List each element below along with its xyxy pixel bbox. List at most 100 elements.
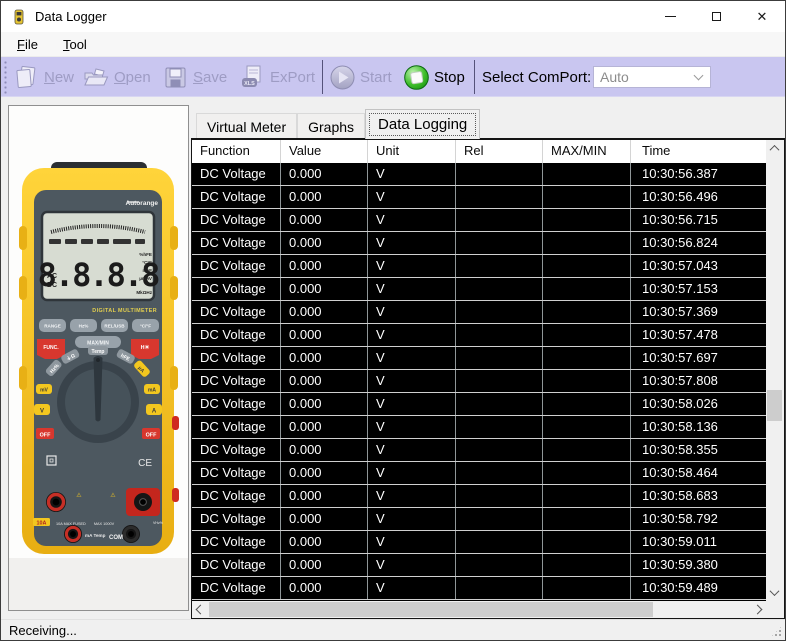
export-button[interactable]: XLS ExPort (239, 63, 315, 91)
svg-text:COM: COM (109, 535, 123, 541)
cell-function: DC Voltage (192, 163, 281, 185)
tab-data-logging[interactable]: Data Logging (365, 109, 481, 139)
cell-maxmin (543, 186, 631, 208)
horizontal-scrollbar[interactable] (192, 601, 766, 618)
cell-maxmin (543, 531, 631, 553)
column-header-value[interactable]: Value (281, 140, 368, 163)
cell-unit: V (368, 324, 456, 346)
scroll-down-button[interactable] (766, 584, 783, 601)
cell-value: 0.000 (281, 255, 368, 277)
cell-value: 0.000 (281, 186, 368, 208)
cell-time: 10:30:59.489 (642, 580, 718, 595)
cell-time: 10:30:58.026 (642, 396, 718, 411)
toolbar-gripper[interactable] (3, 60, 8, 94)
stop-icon (404, 64, 429, 90)
stop-button[interactable]: Stop (403, 63, 465, 91)
table-row[interactable]: DC Voltage 0.000 V 10:30:56.715 (192, 209, 766, 232)
titlebar: Data Logger ✕ (1, 1, 785, 32)
svg-text:CE: CE (138, 458, 152, 469)
table-row[interactable]: DC Voltage 0.000 V 10:30:58.792 (192, 508, 766, 531)
vertical-scroll-thumb[interactable] (767, 390, 782, 421)
cell-unit: V (368, 370, 456, 392)
scrollbar-corner (766, 601, 784, 618)
cell-maxmin (543, 232, 631, 254)
maximize-button[interactable] (693, 1, 739, 32)
table-row[interactable]: DC Voltage 0.000 V 10:30:57.697 (192, 347, 766, 370)
cell-value: 0.000 (281, 278, 368, 300)
column-header-rel[interactable]: Rel (456, 140, 543, 163)
cell-function: DC Voltage (192, 301, 281, 323)
svg-text:10A: 10A (37, 521, 47, 527)
table-row[interactable]: DC Voltage 0.000 V 10:30:57.153 (192, 278, 766, 301)
column-header-time[interactable]: Time (631, 140, 766, 163)
start-button[interactable]: Start (329, 63, 392, 91)
table-row[interactable]: DC Voltage 0.000 V 10:30:56.387 (192, 163, 766, 186)
cell-rel (456, 439, 543, 461)
svg-text:Hz%: Hz% (79, 324, 89, 329)
tabstrip: Virtual Meter Graphs Data Logging (196, 109, 481, 139)
cell-maxmin (543, 393, 631, 415)
cell-rel (456, 232, 543, 254)
tab-virtual-meter[interactable]: Virtual Meter (196, 113, 298, 139)
cell-rel (456, 393, 543, 415)
cell-rel (456, 209, 543, 231)
open-button[interactable]: Open (83, 63, 151, 91)
comport-select[interactable]: Auto (593, 66, 711, 88)
table-row[interactable]: DC Voltage 0.000 V 10:30:58.136 (192, 416, 766, 439)
cell-unit: V (368, 347, 456, 369)
svg-text:mA Temp: mA Temp (85, 533, 106, 538)
tab-graphs[interactable]: Graphs (297, 113, 366, 139)
cell-rel (456, 416, 543, 438)
column-header-maxmin[interactable]: MAX/MIN (543, 140, 631, 163)
svg-text:A: A (152, 409, 157, 415)
minimize-button[interactable] (647, 1, 693, 32)
scroll-right-button[interactable] (749, 601, 766, 618)
table-row[interactable]: DC Voltage 0.000 V 10:30:59.489 (192, 577, 766, 600)
table-row[interactable]: DC Voltage 0.000 V 10:30:56.824 (192, 232, 766, 255)
resize-grip[interactable] (771, 626, 782, 637)
table-row[interactable]: DC Voltage 0.000 V 10:30:58.683 (192, 485, 766, 508)
table-row[interactable]: DC Voltage 0.000 V 10:30:59.011 (192, 531, 766, 554)
cell-rel (456, 347, 543, 369)
svg-text:DIGITAL MULTIMETER: DIGITAL MULTIMETER (92, 308, 157, 314)
svg-text:FUNC.: FUNC. (43, 345, 59, 351)
cell-time: 10:30:57.043 (642, 258, 718, 273)
svg-text:MAX 1000V: MAX 1000V (94, 522, 115, 526)
table-row[interactable]: DC Voltage 0.000 V 10:30:57.478 (192, 324, 766, 347)
svg-text:⚠: ⚠ (76, 492, 82, 499)
table-row[interactable]: DC Voltage 0.000 V 10:30:57.043 (192, 255, 766, 278)
table-row[interactable]: DC Voltage 0.000 V 10:30:59.380 (192, 554, 766, 577)
new-document-icon (16, 65, 36, 88)
scroll-left-button[interactable] (192, 601, 209, 618)
meter-panel: Autorange AC DC 8.8.8.8 %hFE °C°F mµF µm… (8, 105, 189, 611)
table-row[interactable]: DC Voltage 0.000 V 10:30:58.026 (192, 393, 766, 416)
table-row[interactable]: DC Voltage 0.000 V 10:30:56.496 (192, 186, 766, 209)
scroll-up-button[interactable] (766, 140, 783, 157)
cell-time: 10:30:59.011 (642, 534, 717, 549)
menu-tool[interactable]: Tool (54, 34, 96, 55)
menu-file[interactable]: File (8, 34, 47, 55)
svg-text:REL/USB: REL/USB (104, 324, 125, 329)
svg-text:mV: mV (40, 388, 48, 394)
cell-unit: V (368, 186, 456, 208)
cell-function: DC Voltage (192, 347, 281, 369)
horizontal-scroll-thumb[interactable] (209, 602, 653, 617)
table-row[interactable]: DC Voltage 0.000 V 10:30:57.369 (192, 301, 766, 324)
column-header-function[interactable]: Function (192, 140, 281, 163)
svg-text:Autorange: Autorange (126, 200, 159, 207)
close-button[interactable]: ✕ (739, 1, 785, 32)
cell-unit: V (368, 278, 456, 300)
svg-text:V: V (40, 409, 44, 415)
cell-rel (456, 462, 543, 484)
cell-value: 0.000 (281, 370, 368, 392)
cell-function: DC Voltage (192, 255, 281, 277)
cell-unit: V (368, 462, 456, 484)
vertical-scrollbar[interactable] (766, 140, 784, 601)
save-button[interactable]: Save (162, 63, 227, 91)
new-button[interactable]: New (13, 63, 74, 91)
column-header-unit[interactable]: Unit (368, 140, 456, 163)
table-row[interactable]: DC Voltage 0.000 V 10:30:58.464 (192, 462, 766, 485)
table-row[interactable]: DC Voltage 0.000 V 10:30:58.355 (192, 439, 766, 462)
svg-text:µmAV: µmAV (139, 276, 153, 281)
table-row[interactable]: DC Voltage 0.000 V 10:30:57.808 (192, 370, 766, 393)
